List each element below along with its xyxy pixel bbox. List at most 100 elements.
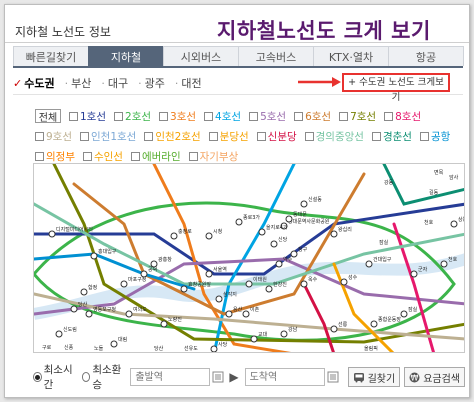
radio-min-transfer[interactable]: 최소환승 [81,362,125,392]
route-search-button[interactable]: 길찾기 [347,367,401,387]
line-filter-all[interactable]: 전체 [35,109,61,124]
bullet-icon: · [101,76,105,90]
line-filter-item[interactable]: 의정부 [35,149,75,164]
checkbox-icon[interactable] [249,112,259,121]
station-label: 여의도 [133,306,147,313]
checkbox-icon[interactable] [419,132,429,141]
station-label: 천호 [424,219,434,226]
region-daejeon[interactable]: · 대전 [175,75,202,91]
checkbox-icon[interactable] [82,152,92,161]
line-filter-item[interactable]: 자기부상 [188,149,238,164]
region-busan[interactable]: · 부산 [65,75,92,91]
checkbox-icon[interactable] [204,112,214,121]
radio-min-time[interactable]: 최소시간 [33,362,76,392]
station-marker [170,232,178,240]
station-marker [242,310,250,318]
checkbox-icon[interactable] [188,152,198,161]
station-marker [125,310,133,318]
line-filter-item[interactable]: 2호선 [114,109,151,124]
station-label: 사당 [218,341,228,348]
bus-icon [353,372,364,382]
station-label: 암사 [449,174,459,181]
arrival-list-icon[interactable] [327,370,339,384]
won-icon: ₩ [409,372,420,382]
tab-air[interactable]: 항공 [388,46,464,66]
header: 지하철 노선도 정보 지하철노선도 크게 보기 [5,5,469,43]
station-label: 동대문 [293,211,307,218]
station-label: 올림픽 [364,345,378,352]
checkbox-icon[interactable] [35,152,44,161]
station-label: 상봉 [458,216,465,223]
checkbox-icon[interactable] [144,132,154,141]
station-marker [110,340,118,348]
station-label: 이촌 [250,306,260,313]
station-label: 효창공원앞 [188,281,211,288]
line-filter-item[interactable]: 공항 [419,129,450,144]
line-filter-item[interactable]: 3호선 [159,109,196,124]
capital-map-enlarge-button[interactable]: + 수도권 노선도 크게보기 [342,73,450,103]
line-filter-item[interactable]: 6호선 [294,109,331,124]
line-filter-item[interactable]: 분당선 [208,129,249,144]
direction-arrow-icon: ▶ [229,370,239,384]
checkbox-icon[interactable] [304,132,314,141]
route-search-bar: 최소시간 최소환승 ▶ 길찾기 ₩ 요금검색 [33,364,465,391]
checkbox-icon[interactable] [384,112,394,121]
line-filter-item[interactable]: 4호선 [204,109,241,124]
station-label: 한강진 [273,281,287,288]
app-window: 지하철 노선도 정보 지하철노선도 크게 보기 빠른길찾기 지하철 시외버스 고… [4,4,470,398]
line-filter-item[interactable]: 9호선 [35,129,72,144]
line-filter-item[interactable]: 수인선 [82,149,123,164]
checkbox-icon[interactable] [208,132,218,141]
station-marker [245,280,253,288]
departure-list-icon[interactable] [212,370,224,384]
checkbox-icon[interactable] [294,112,304,121]
station-label: 합정 [88,284,97,291]
line-filter-item[interactable]: 인천1호선 [80,129,136,144]
radio-circle-icon [81,372,91,382]
region-gwangju[interactable]: · 광주 [138,75,165,91]
line-filter-item[interactable]: 에버라인 [130,149,181,164]
subway-map[interactable]: 디지털미디어시티 홍대입구 공덕 합정 충정로 시청 종로3가 동대문역사문화공원 을지로4가 왕… [33,163,465,353]
line-filter-item[interactable]: 5호선 [249,109,286,124]
station-label: 종합운동장 [378,316,401,323]
checkbox-icon[interactable] [35,132,44,141]
station-label: 대림 [118,336,127,343]
checkbox-icon[interactable] [339,112,349,121]
tab-fast-route[interactable]: 빠른길찾기 [13,46,89,66]
line-filter-item[interactable]: 경의중앙선 [304,129,364,144]
region-capital[interactable]: ✓ 수도권 [13,75,55,91]
promo-title: 지하철노선도 크게 보기 [217,18,431,43]
line-filter-item[interactable]: 7호선 [339,109,376,124]
station-marker [258,228,266,236]
station-label: 신설동 [308,196,322,203]
tab-subway[interactable]: 지하철 [88,46,164,66]
arrival-input[interactable] [244,368,325,386]
line-filter-item[interactable]: 8호선 [384,109,421,124]
tab-ktx-train[interactable]: KTX·열차 [313,46,389,66]
fare-search-button[interactable]: ₩ 요금검색 [404,367,465,387]
checkbox-icon[interactable] [159,112,169,121]
checkbox-icon[interactable] [80,132,90,141]
checkbox-icon[interactable] [114,112,124,121]
tab-express-bus[interactable]: 고속버스 [238,46,314,66]
tab-intercity-bus[interactable]: 시외버스 [163,46,239,66]
station-marker [290,250,298,258]
line-filter-item[interactable]: 인천2호선 [144,129,201,144]
checkbox-icon[interactable] [256,132,266,141]
checkbox-icon[interactable] [130,152,140,161]
line-filter-item[interactable]: 1호선 [69,109,106,124]
station-marker [55,330,63,338]
station-label: 신당 [278,236,288,243]
departure-input[interactable] [130,368,211,386]
station-label: 삼각지 [223,291,237,298]
line-filter-item[interactable]: 신분당 [256,129,297,144]
line-filter-item[interactable]: 경춘선 [371,129,412,144]
region-daegu[interactable]: · 대구 [101,75,128,91]
checkbox-icon[interactable] [371,132,381,141]
bullet-icon: · [174,76,179,90]
callout-arrow-icon [298,77,341,87]
page-title: 지하철 노선도 정보 [15,25,111,39]
station-label: 성수 [348,274,358,281]
checkbox-icon[interactable] [69,112,78,121]
station-label: 선릉 [338,321,348,328]
